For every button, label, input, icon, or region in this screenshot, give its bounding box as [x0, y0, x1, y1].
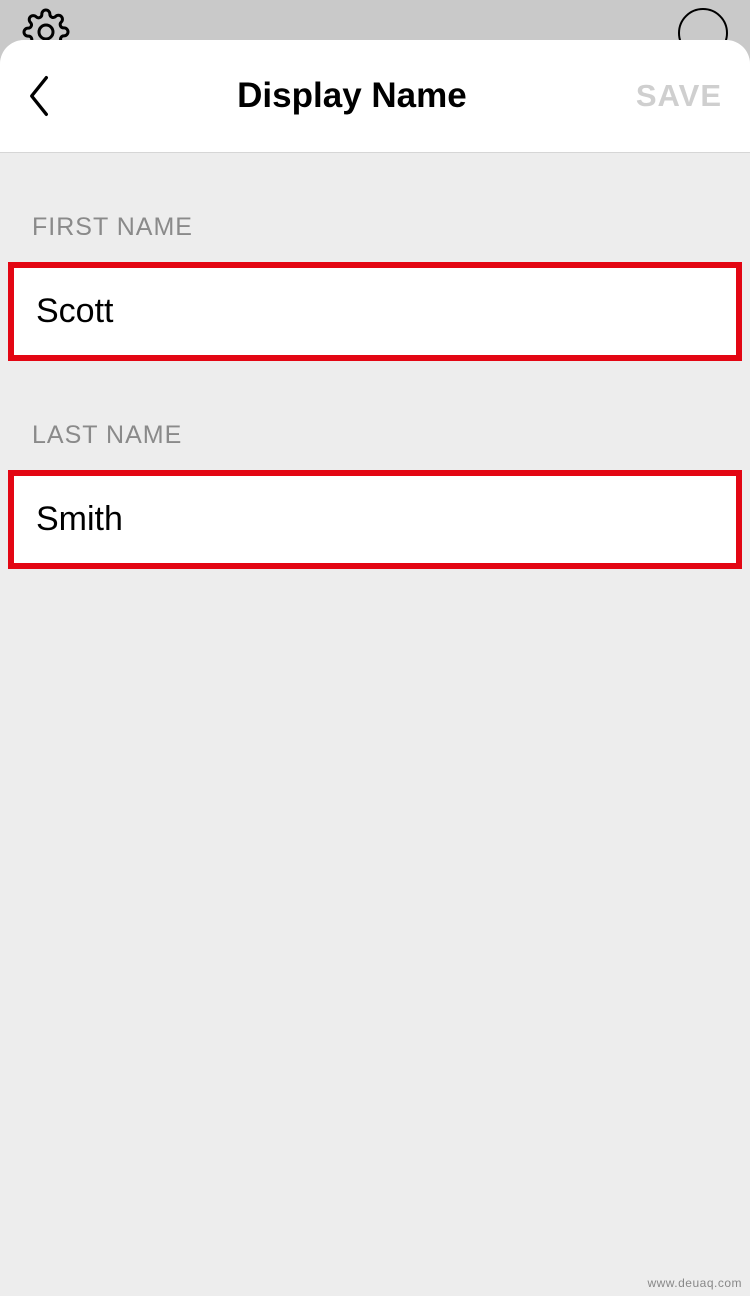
save-button[interactable]: SAVE	[636, 78, 722, 114]
last-name-input[interactable]	[14, 476, 736, 563]
navigation-header: Display Name SAVE	[0, 40, 750, 153]
last-name-highlight	[8, 470, 742, 569]
last-name-label: LAST NAME	[28, 421, 722, 450]
modal-sheet: Display Name SAVE FIRST NAME LAST NAME	[0, 40, 750, 1296]
form-content: FIRST NAME LAST NAME	[0, 153, 750, 569]
first-name-highlight	[8, 262, 742, 361]
first-name-input[interactable]	[14, 268, 736, 355]
watermark-text: www.deuaq.com	[647, 1276, 742, 1290]
back-button[interactable]	[28, 66, 68, 126]
last-name-group: LAST NAME	[28, 421, 722, 569]
page-title: Display Name	[68, 76, 636, 116]
first-name-label: FIRST NAME	[28, 213, 722, 242]
chevron-left-icon	[28, 74, 50, 118]
first-name-group: FIRST NAME	[28, 213, 722, 361]
